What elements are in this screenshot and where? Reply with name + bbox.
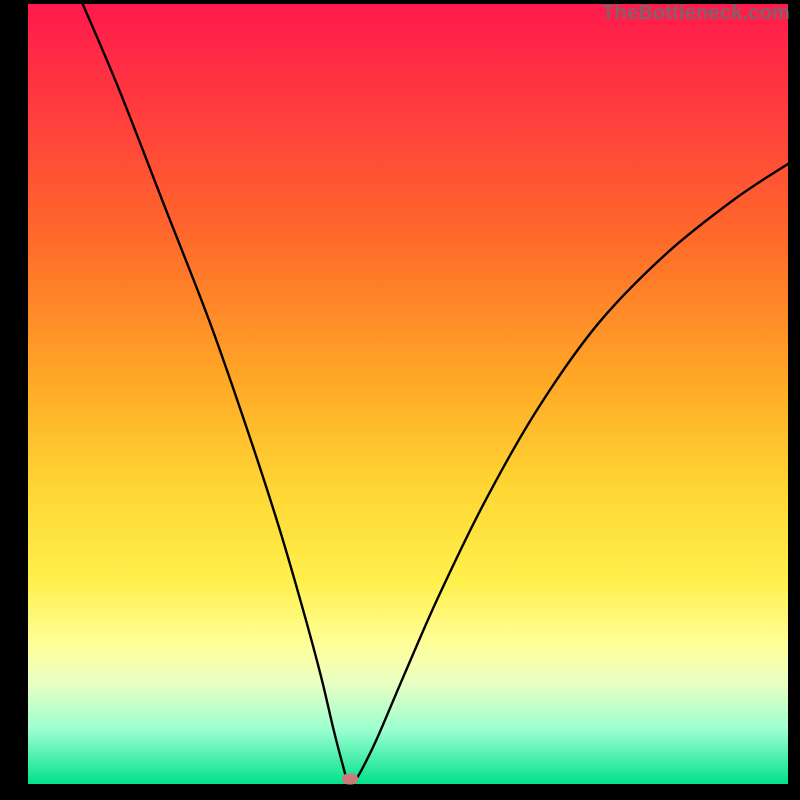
watermark-text: TheBottleneck.com <box>602 2 790 25</box>
bottleneck-curve <box>28 4 788 784</box>
plot-area <box>28 4 788 784</box>
chart-stage: TheBottleneck.com <box>0 0 800 800</box>
minimum-marker <box>342 774 358 785</box>
